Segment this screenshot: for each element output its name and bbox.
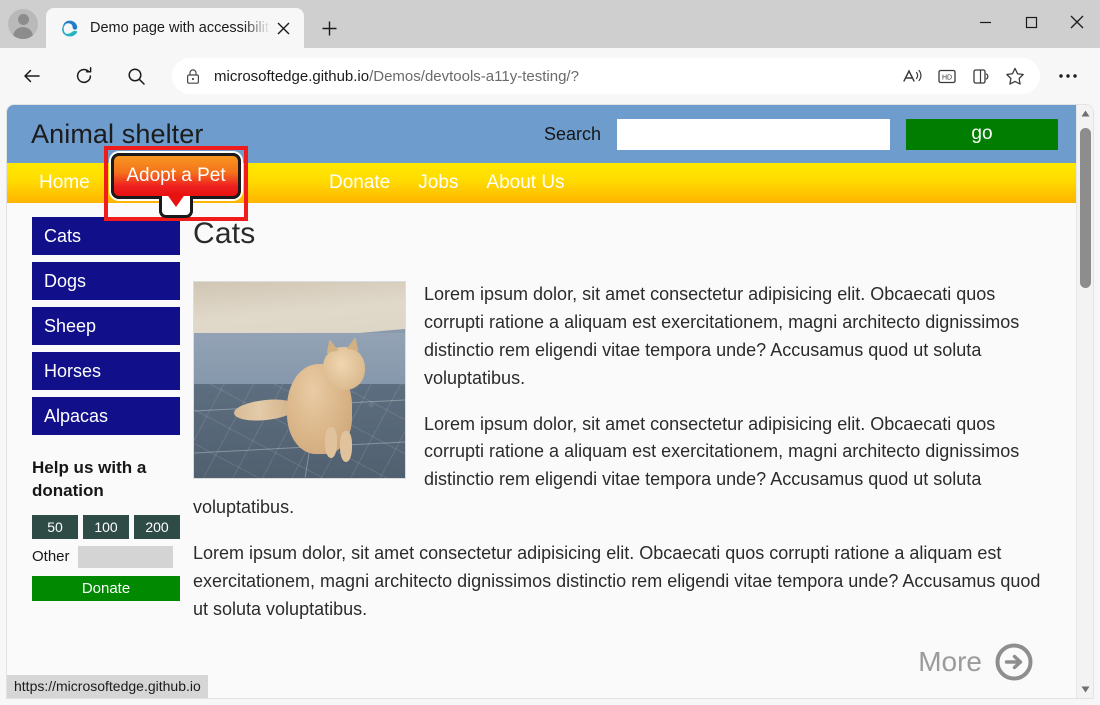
split-screen-icon <box>970 67 992 86</box>
donation-other-label: Other <box>32 548 70 565</box>
site-search-area: Search go <box>544 119 1058 150</box>
scroll-up-arrow-icon[interactable] <box>1077 105 1094 122</box>
favorite-button[interactable] <box>998 61 1032 91</box>
donation-amount-100[interactable]: 100 <box>83 515 129 539</box>
donate-button[interactable]: Donate <box>32 576 180 601</box>
browser-window: Demo page with accessibility issu <box>0 0 1100 705</box>
adopt-a-pet-highlight: Adopt a Pet <box>111 153 241 199</box>
tab-close-icon[interactable] <box>270 15 296 41</box>
cat-head <box>323 347 365 390</box>
scrollbar-thumb[interactable] <box>1080 128 1091 288</box>
back-button[interactable] <box>14 58 50 94</box>
tab-title: Demo page with accessibility issu <box>90 20 270 36</box>
viewport-container: Animal shelter Search go Home Adopt a Pe… <box>0 104 1100 705</box>
sidebar-item-cats[interactable]: Cats <box>32 217 180 255</box>
read-aloud-button[interactable] <box>896 61 930 91</box>
site-info-button[interactable] <box>176 61 210 91</box>
page-scrollbar[interactable] <box>1076 105 1093 698</box>
toolbar-search-button[interactable] <box>118 58 154 94</box>
close-icon <box>1070 15 1084 29</box>
scrollbar-track[interactable] <box>1077 122 1093 681</box>
edge-logo-icon <box>60 19 79 38</box>
hd-video-icon: HD <box>936 67 958 86</box>
callout-pointer-icon <box>159 196 193 218</box>
sidebar-item-dogs[interactable]: Dogs <box>32 262 180 300</box>
page-title: Cats <box>193 217 1042 251</box>
donation-amount-50[interactable]: 50 <box>32 515 78 539</box>
donation-amount-200[interactable]: 200 <box>134 515 180 539</box>
search-label: Search <box>544 124 601 145</box>
donation-other-row: Other <box>32 546 182 568</box>
nav-item-jobs[interactable]: Jobs <box>418 172 458 194</box>
donation-other-input[interactable] <box>78 546 173 568</box>
nav-item-home[interactable]: Home <box>39 172 90 194</box>
minimize-icon <box>979 16 992 29</box>
url-path: /Demos/devtools-a11y-testing/? <box>369 68 579 85</box>
nav-item-donate[interactable]: Donate <box>329 172 390 194</box>
browser-tab[interactable]: Demo page with accessibility issu <box>46 8 304 48</box>
maximize-icon <box>1025 16 1038 29</box>
profile-avatar-icon <box>8 9 38 39</box>
page-viewport: Animal shelter Search go Home Adopt a Pe… <box>6 104 1094 699</box>
content-flow: Lorem ipsum dolor, sit amet consectetur … <box>193 281 1042 682</box>
address-url[interactable]: microsoftedge.github.io/Demos/devtools-a… <box>210 68 896 85</box>
window-minimize-button[interactable] <box>962 0 1008 44</box>
search-go-button[interactable]: go <box>906 119 1058 150</box>
more-label: More <box>918 646 982 678</box>
status-bar-link-preview: https://microsoftedge.github.io <box>7 675 208 698</box>
donation-heading: Help us with a donation <box>32 457 172 503</box>
content-paragraph: Lorem ipsum dolor, sit amet consectetur … <box>193 540 1042 624</box>
star-favorite-icon <box>1004 66 1026 86</box>
site-title: Animal shelter <box>31 119 203 150</box>
lock-icon <box>185 68 201 85</box>
address-bar[interactable]: microsoftedge.github.io/Demos/devtools-a… <box>172 58 1040 94</box>
sidebar: Cats Dogs Sheep Horses Alpacas Help us w… <box>7 217 182 682</box>
ellipsis-more-icon <box>1058 73 1078 79</box>
donation-amount-row: 50 100 200 <box>32 515 182 539</box>
read-aloud-icon <box>902 67 924 86</box>
scroll-down-arrow-icon[interactable] <box>1077 681 1094 698</box>
back-arrow-icon <box>22 66 42 86</box>
sidebar-item-alpacas[interactable]: Alpacas <box>32 397 180 435</box>
reload-icon <box>74 66 94 86</box>
browser-titlebar: Demo page with accessibility issu <box>0 0 1100 48</box>
new-tab-button[interactable] <box>312 11 346 45</box>
arrow-right-circle-icon <box>994 642 1034 682</box>
address-bar-icons: HD <box>896 61 1032 91</box>
plus-icon <box>321 20 338 37</box>
web-page: Animal shelter Search go Home Adopt a Pe… <box>7 105 1076 698</box>
svg-text:HD: HD <box>942 74 952 81</box>
sidebar-item-sheep[interactable]: Sheep <box>32 307 180 345</box>
sidebar-item-horses[interactable]: Horses <box>32 352 180 390</box>
nav-item-about-us[interactable]: About Us <box>486 172 564 194</box>
split-screen-button[interactable] <box>964 61 998 91</box>
url-host: microsoftedge.github.io <box>214 68 369 85</box>
more-link[interactable]: More <box>193 642 1042 682</box>
cat-photo <box>193 281 406 479</box>
search-icon <box>127 67 146 86</box>
search-input[interactable] <box>617 119 890 150</box>
window-close-button[interactable] <box>1054 0 1100 44</box>
browser-toolbar: microsoftedge.github.io/Demos/devtools-a… <box>0 48 1100 104</box>
profile-button[interactable] <box>0 4 46 44</box>
page-body: Cats Dogs Sheep Horses Alpacas Help us w… <box>7 203 1076 682</box>
browser-settings-button[interactable] <box>1050 58 1086 94</box>
main-content: Cats <box>182 217 1076 682</box>
window-maximize-button[interactable] <box>1008 0 1054 44</box>
window-controls <box>962 0 1100 44</box>
hd-video-button[interactable]: HD <box>930 61 964 91</box>
reload-button[interactable] <box>66 58 102 94</box>
